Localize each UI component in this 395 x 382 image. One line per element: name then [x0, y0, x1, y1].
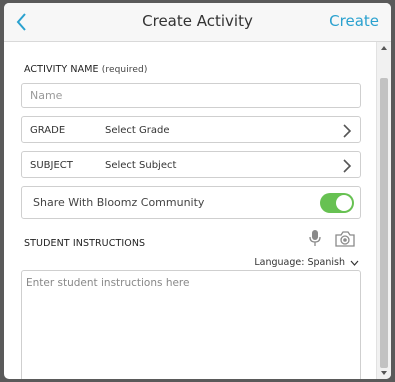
activity-name-label-text: ACTIVITY NAME — [24, 64, 99, 75]
student-instructions-input[interactable] — [21, 270, 361, 379]
toggle-knob — [336, 195, 352, 211]
activity-name-field — [21, 83, 361, 108]
scrollbar[interactable] — [376, 42, 391, 379]
form-content: ACTIVITY NAME (required) GRADE Select Gr… — [16, 42, 375, 379]
activity-name-label: ACTIVITY NAME (required) — [24, 64, 147, 75]
grade-label: GRADE — [30, 125, 66, 136]
create-activity-window: Create Activity Create ACTIVITY NAME (re… — [4, 3, 391, 379]
scroll-up-arrow-icon[interactable] — [380, 45, 388, 51]
language-label: Language: Spanish — [254, 257, 345, 268]
share-community-toggle[interactable] — [320, 193, 354, 213]
share-community-row: Share With Bloomz Community — [21, 186, 361, 219]
header-bar: Create Activity Create — [4, 3, 391, 42]
microphone-icon[interactable] — [308, 229, 322, 247]
subject-label: SUBJECT — [30, 160, 73, 171]
scrollbar-thumb[interactable] — [380, 78, 388, 368]
student-instructions-label: STUDENT INSTRUCTIONS — [24, 238, 146, 249]
chevron-down-icon — [350, 260, 359, 266]
scroll-down-arrow-icon[interactable] — [380, 370, 388, 376]
grade-value: Select Grade — [105, 125, 170, 136]
required-note: (required) — [101, 65, 148, 75]
create-button[interactable]: Create — [329, 12, 379, 30]
chevron-right-icon — [343, 124, 352, 138]
camera-icon[interactable] — [334, 230, 356, 248]
activity-name-input[interactable] — [22, 84, 360, 107]
chevron-right-icon — [343, 159, 352, 173]
subject-value: Select Subject — [105, 160, 177, 171]
chevron-left-icon — [16, 13, 26, 31]
language-selector[interactable]: Language: Spanish — [254, 257, 359, 268]
grade-row[interactable]: GRADE Select Grade — [21, 116, 361, 143]
back-button[interactable] — [12, 9, 34, 35]
subject-row[interactable]: SUBJECT Select Subject — [21, 151, 361, 178]
share-community-label: Share With Bloomz Community — [33, 196, 205, 209]
